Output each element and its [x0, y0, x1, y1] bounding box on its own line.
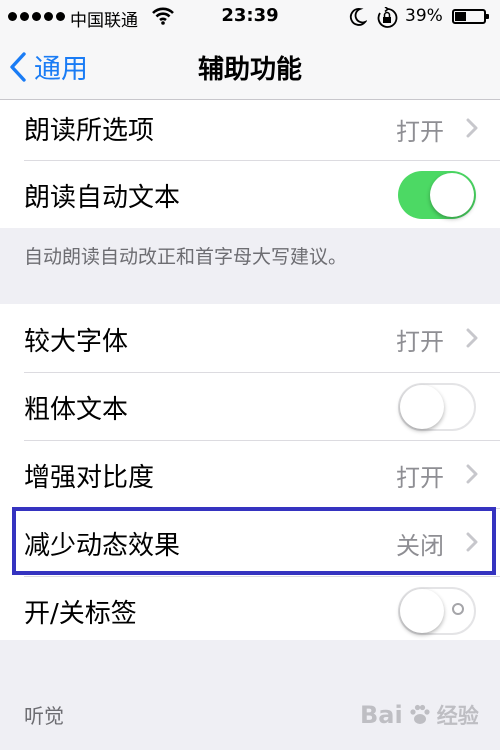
chevron-right-icon: [466, 118, 478, 138]
chevron-right-icon: [466, 532, 478, 552]
vision-settings-group: 较大字体 打开 粗体文本 增强对比度 打开 减少动态效果 关闭 开/关标签: [0, 304, 500, 640]
bold-text-label: 粗体文本: [24, 395, 129, 425]
larger-text-row[interactable]: 较大字体 打开: [0, 304, 500, 372]
moon-icon: [349, 7, 368, 32]
bold-text-toggle[interactable]: [398, 383, 476, 431]
on-off-labels-label: 开/关标签: [24, 599, 137, 629]
paw-icon: [410, 704, 430, 724]
increase-contrast-row[interactable]: 增强对比度 打开: [0, 440, 500, 508]
chevron-right-icon: [466, 464, 478, 484]
watermark-suffix: 经验: [436, 704, 479, 728]
larger-text-label: 较大字体: [24, 327, 129, 357]
battery-percentage: 39%: [405, 6, 443, 26]
rotation-lock-icon: [376, 6, 398, 34]
bold-text-row: 粗体文本: [0, 372, 500, 440]
increase-contrast-value: 打开: [396, 464, 444, 492]
off-label-icon: [452, 603, 464, 615]
speak-auto-text-footnote: 自动朗读自动改正和首字母大写建议。: [24, 246, 348, 268]
baidu-watermark: Bai 经验: [360, 700, 479, 730]
status-bar: 中国联通 23:39 39%: [0, 0, 500, 34]
page-title: 辅助功能: [197, 55, 302, 85]
speak-selection-row[interactable]: 朗读所选项 打开: [0, 100, 500, 160]
speak-selection-value: 打开: [396, 118, 444, 146]
speak-auto-text-label: 朗读自动文本: [24, 183, 181, 213]
speak-auto-text-toggle[interactable]: [398, 171, 476, 219]
reduce-motion-value: 关闭: [396, 532, 444, 560]
on-off-labels-toggle[interactable]: [398, 587, 476, 635]
speech-settings-group: 朗读所选项 打开 朗读自动文本: [0, 100, 500, 228]
larger-text-value: 打开: [396, 328, 444, 356]
chevron-right-icon: [466, 328, 478, 348]
reduce-motion-label: 减少动态效果: [24, 531, 181, 561]
watermark-brand: Bai: [360, 701, 403, 729]
speak-selection-label: 朗读所选项: [24, 116, 155, 146]
speak-auto-text-row: 朗读自动文本: [0, 160, 500, 228]
navigation-bar: 通用 辅助功能: [0, 34, 500, 100]
increase-contrast-label: 增强对比度: [24, 463, 155, 493]
hearing-section-header: 听觉: [24, 704, 64, 728]
toggle-knob: [430, 173, 474, 217]
toggle-knob: [400, 385, 444, 429]
on-off-labels-row: 开/关标签: [0, 576, 500, 644]
toggle-knob: [400, 589, 444, 633]
reduce-motion-row[interactable]: 减少动态效果 关闭: [0, 508, 500, 576]
battery-icon: [452, 9, 489, 24]
